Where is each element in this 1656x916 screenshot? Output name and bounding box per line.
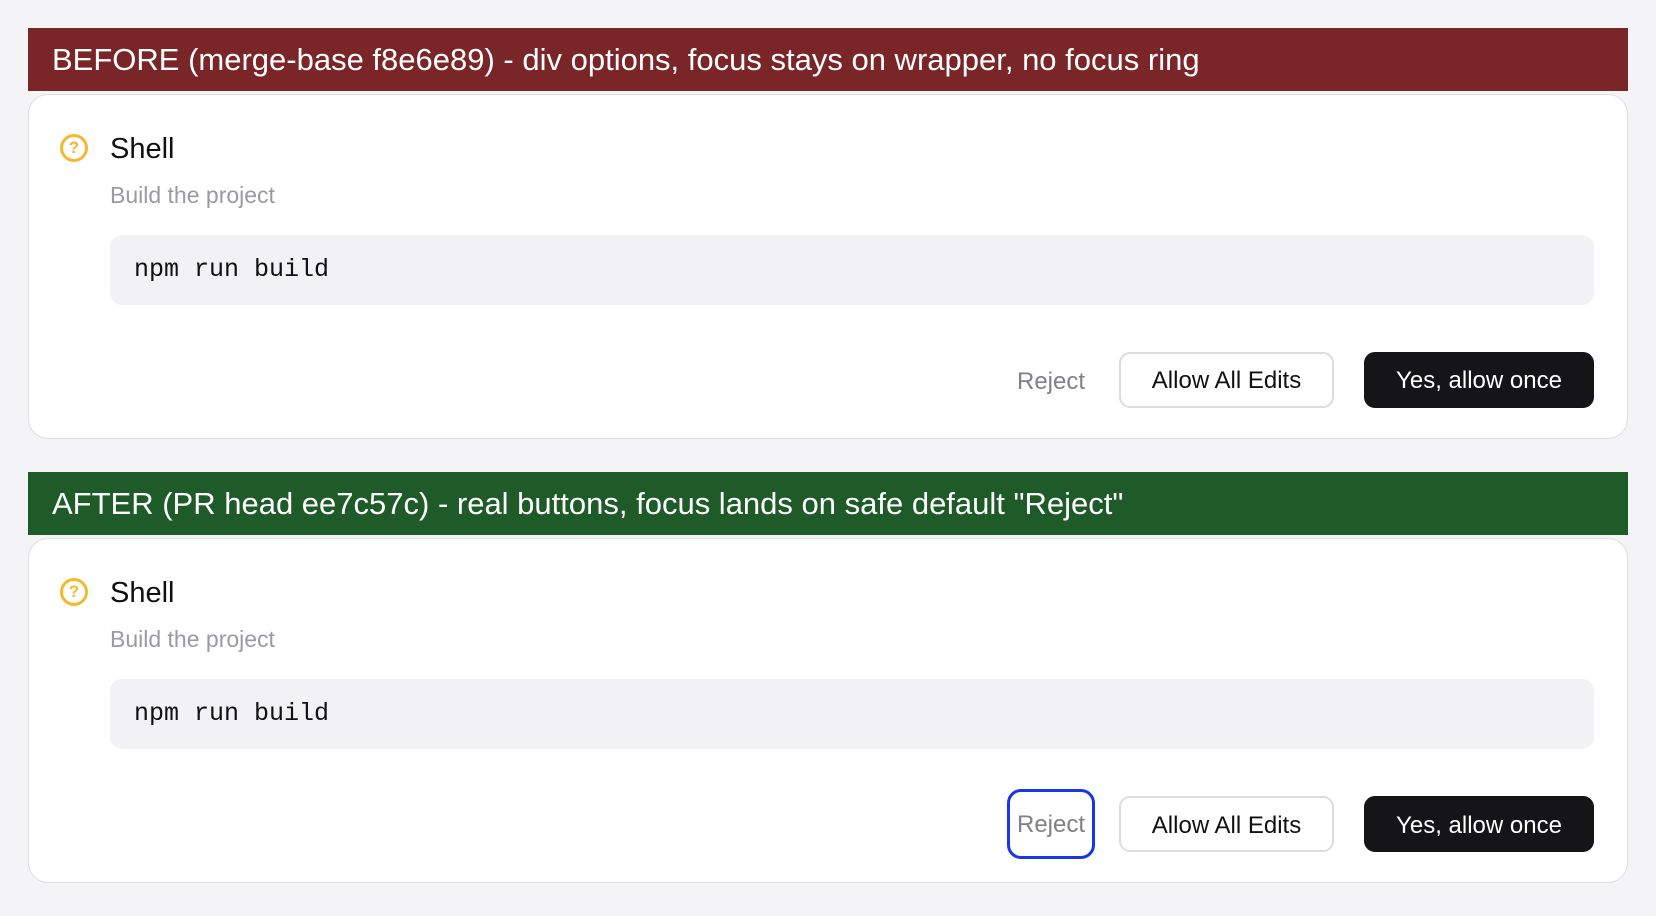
allow-all-edits-button[interactable]: Allow All Edits	[1119, 796, 1334, 852]
before-permission-card: ? Shell Build the project npm run build …	[28, 94, 1628, 439]
question-icon: ?	[60, 134, 88, 162]
reject-button[interactable]: Reject	[1007, 352, 1095, 408]
card-title: Shell	[110, 577, 175, 609]
allow-all-edits-button[interactable]: Allow All Edits	[1119, 352, 1334, 408]
card-title: Shell	[110, 133, 175, 165]
question-icon: ?	[60, 578, 88, 606]
before-banner: BEFORE (merge-base f8e6e89) - div option…	[28, 28, 1628, 91]
allow-once-button[interactable]: Yes, allow once	[1364, 796, 1594, 852]
after-section: AFTER (PR head ee7c57c) - real buttons, …	[28, 472, 1628, 883]
card-subtitle: Build the project	[110, 182, 275, 208]
after-banner: AFTER (PR head ee7c57c) - real buttons, …	[28, 472, 1628, 535]
command-code-block: npm run build	[110, 679, 1594, 749]
before-section: BEFORE (merge-base f8e6e89) - div option…	[28, 28, 1628, 439]
reject-button-focused[interactable]: Reject	[1007, 789, 1095, 859]
after-permission-card: ? Shell Build the project npm run build …	[28, 538, 1628, 883]
command-code-block: npm run build	[110, 235, 1594, 305]
card-subtitle: Build the project	[110, 626, 275, 652]
allow-once-button[interactable]: Yes, allow once	[1364, 352, 1594, 408]
